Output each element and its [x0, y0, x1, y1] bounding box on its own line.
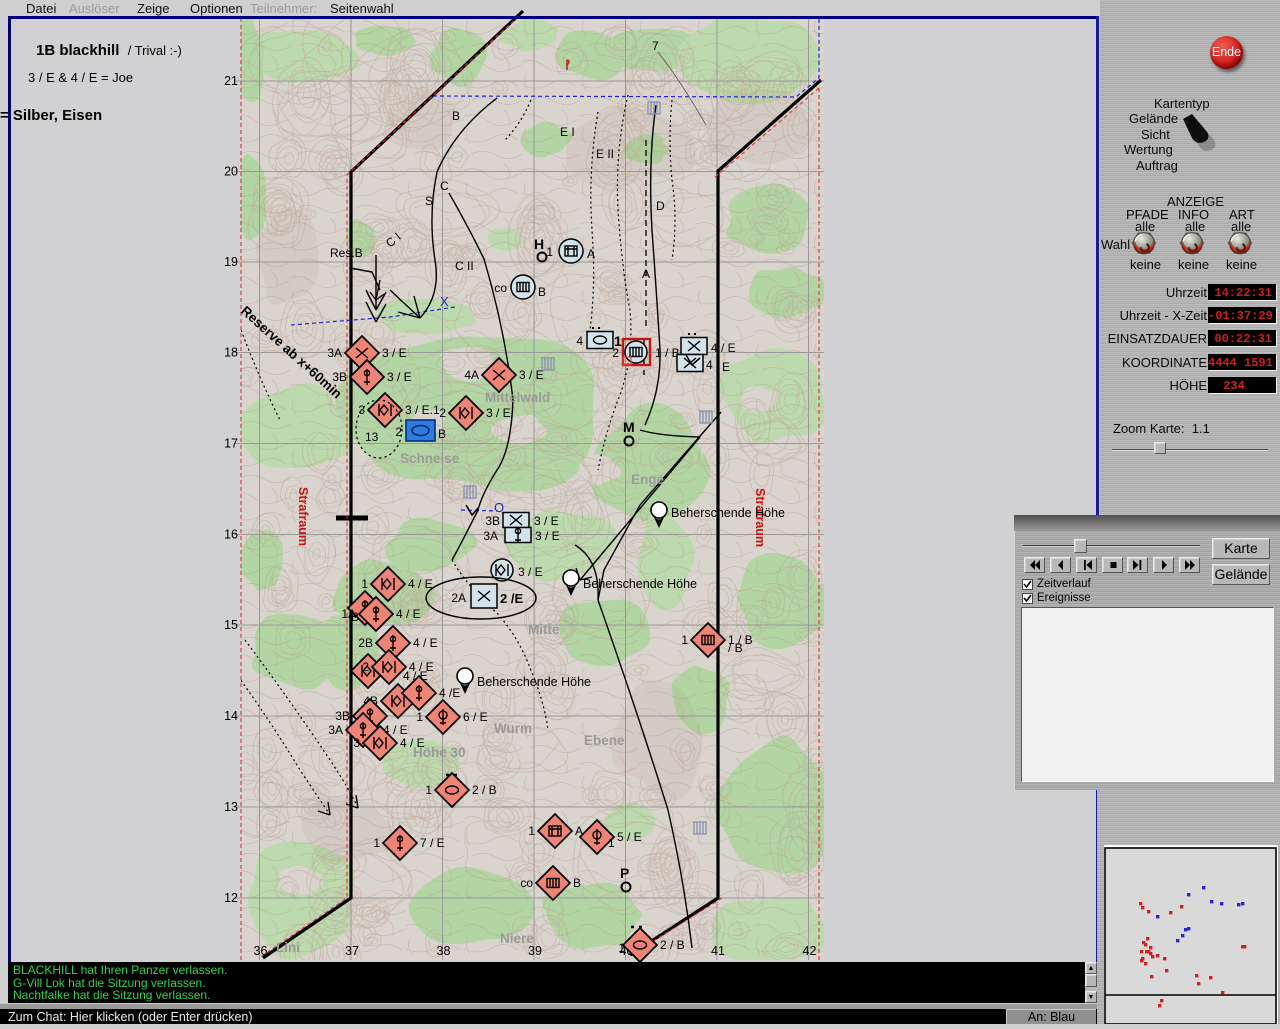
svg-text:1: 1 — [608, 836, 615, 850]
svg-text:Beherschende Höhe: Beherschende Höhe — [671, 506, 785, 520]
svg-text:A: A — [642, 267, 650, 281]
svg-text:42: 42 — [803, 944, 817, 958]
svg-text:3 / E: 3 / E — [535, 529, 560, 543]
svg-text:A: A — [587, 247, 595, 261]
svg-text:3 / E: 3 / E — [486, 406, 511, 420]
svg-text:6 / E: 6 / E — [463, 710, 488, 724]
svg-text:Enge: Enge — [631, 472, 664, 487]
svg-text:D: D — [656, 199, 665, 213]
svg-text:2 / B: 2 / B — [472, 783, 497, 797]
svg-text:2A: 2A — [451, 591, 466, 605]
svg-text:1 / B: 1 / B — [655, 346, 680, 360]
svg-text:37: 37 — [345, 944, 359, 958]
svg-text:4 / E: 4 / E — [396, 607, 421, 621]
svg-text:36: 36 — [254, 944, 268, 958]
svg-text:1: 1 — [528, 824, 535, 838]
svg-text:3: 3 — [353, 736, 360, 750]
svg-text:Mittelwald: Mittelwald — [485, 390, 550, 405]
svg-text:12: 12 — [224, 891, 238, 905]
svg-text:4A: 4A — [464, 368, 479, 382]
svg-text:H: H — [534, 236, 544, 252]
svg-text:4 / E: 4 / E — [711, 341, 736, 355]
svg-text:18: 18 — [224, 346, 238, 360]
svg-text:2: 2 — [362, 660, 369, 674]
svg-text:3: 3 — [358, 403, 365, 417]
svg-text:3 / E.1: 3 / E.1 — [405, 403, 440, 417]
svg-text:2: 2 — [612, 346, 619, 360]
svg-text:3 / E: 3 / E — [518, 565, 543, 579]
svg-text:E: E — [722, 360, 730, 374]
svg-text:3 / E: 3 / E — [382, 346, 407, 360]
svg-text:1: 1 — [681, 633, 688, 647]
svg-text:5 / E: 5 / E — [617, 830, 642, 844]
svg-text:co: co — [494, 281, 507, 295]
svg-text:C: C — [440, 179, 449, 193]
svg-text:B: B — [351, 610, 359, 624]
svg-text:E I: E I — [560, 125, 575, 139]
svg-text:C II: C II — [455, 259, 474, 273]
svg-text:3 / E: 3 / E — [387, 370, 412, 384]
svg-text:B: B — [438, 427, 446, 441]
svg-text:3 / E: 3 / E — [519, 368, 544, 382]
svg-text:15: 15 — [224, 618, 238, 632]
svg-text:7: 7 — [652, 39, 659, 53]
svg-text:X: X — [440, 294, 449, 309]
svg-text:B: B — [573, 876, 581, 890]
svg-text:39: 39 — [528, 944, 542, 958]
svg-text:13: 13 — [224, 800, 238, 814]
svg-text:Schneise: Schneise — [400, 451, 460, 466]
svg-text:1: 1 — [373, 836, 380, 850]
svg-text:4: 4 — [576, 334, 583, 348]
svg-text:1: 1 — [618, 941, 625, 955]
svg-text:1: 1 — [546, 245, 553, 259]
svg-text:3 / E: 3 / E — [534, 514, 559, 528]
svg-text:Niere: Niere — [500, 931, 534, 946]
svg-text:41: 41 — [711, 944, 725, 958]
svg-text:3A: 3A — [328, 723, 343, 737]
svg-text:3B: 3B — [332, 370, 347, 384]
svg-text:Strafraum: Strafraum — [296, 487, 310, 546]
svg-text:B: B — [452, 109, 460, 123]
svg-text:4 / E: 4 / E — [400, 736, 425, 750]
svg-text:3A: 3A — [327, 346, 342, 360]
svg-text:B: B — [538, 285, 546, 299]
svg-text:Beherschende Höhe: Beherschende Höhe — [583, 577, 697, 591]
svg-text:/ B: / B — [728, 641, 743, 655]
svg-text:2: 2 — [439, 406, 446, 420]
svg-text:13: 13 — [365, 430, 379, 444]
svg-text:3B: 3B — [485, 514, 500, 528]
svg-text:1: 1 — [416, 710, 423, 724]
svg-text:4: 4 — [706, 358, 713, 372]
svg-text:2: 2 — [395, 425, 402, 439]
svg-text:M: M — [623, 419, 635, 435]
svg-text:19: 19 — [224, 255, 238, 269]
svg-text:Wurm: Wurm — [494, 721, 532, 736]
svg-text:1: 1 — [425, 783, 432, 797]
svg-text:21: 21 — [224, 74, 238, 88]
svg-text:P: P — [620, 865, 629, 881]
svg-text:7 / E: 7 / E — [420, 836, 445, 850]
svg-text:Lini: Lini — [276, 940, 300, 955]
svg-text:2B: 2B — [358, 636, 373, 650]
svg-text:2 / B: 2 / B — [660, 938, 685, 952]
svg-text:16: 16 — [224, 528, 238, 542]
svg-text:1: 1 — [361, 577, 368, 591]
svg-text:3A: 3A — [483, 529, 498, 543]
svg-text:17: 17 — [224, 437, 238, 451]
svg-text:3B: 3B — [335, 709, 350, 723]
svg-text:4 / E: 4 / E — [413, 636, 438, 650]
svg-text:38: 38 — [437, 944, 451, 958]
svg-text:S: S — [425, 194, 433, 208]
svg-text:4 /E: 4 /E — [439, 686, 460, 700]
svg-text:20: 20 — [224, 165, 238, 179]
svg-text:Beherschende Höhe: Beherschende Höhe — [477, 675, 591, 689]
svg-text:co: co — [520, 876, 533, 890]
svg-text:Mitte: Mitte — [528, 622, 560, 637]
svg-text:Ebene: Ebene — [584, 733, 625, 748]
svg-text:14: 14 — [224, 709, 238, 723]
svg-text:2 /E: 2 /E — [500, 591, 523, 606]
svg-text:E II: E II — [596, 147, 614, 161]
svg-text:4 / E: 4 / E — [408, 577, 433, 591]
svg-text:Res.B: Res.B — [330, 246, 363, 260]
